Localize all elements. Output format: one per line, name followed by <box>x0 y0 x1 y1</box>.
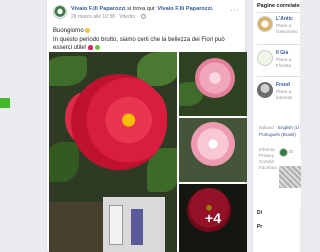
camellia-flower <box>71 74 167 170</box>
related-page-sub: Piace a Interess <box>276 89 292 101</box>
pink-flower <box>191 122 235 166</box>
page-name-link[interactable]: Vivaio F.lli Paparozzi <box>71 6 126 12</box>
related-page-item[interactable]: L'Antic Piace a Gelsomino <box>257 16 301 42</box>
globe-icon <box>140 14 146 19</box>
leaf-shape <box>49 56 87 86</box>
related-page-likes: Piace a <box>276 57 292 62</box>
related-page-thumb[interactable] <box>257 82 273 98</box>
page-avatar[interactable] <box>53 5 67 19</box>
mini-bottom-text: Pr <box>257 224 263 230</box>
related-page-thumb[interactable] <box>257 50 273 66</box>
divider <box>257 76 300 77</box>
photo-object <box>131 209 143 245</box>
current-language: Italiano <box>259 125 274 130</box>
related-page-likes: Piace a <box>276 23 292 28</box>
more-options-icon[interactable]: ··· <box>231 7 240 14</box>
post-place[interactable]: Viterbo <box>119 14 135 20</box>
mini-post-card[interactable]: Di <box>277 144 301 208</box>
main-photo[interactable] <box>49 52 177 252</box>
language-link[interactable]: Português (Brasil) <box>259 132 296 137</box>
notification-badge[interactable] <box>0 98 10 108</box>
post-text: Buongiorno In questo periodo brutto, sia… <box>53 27 237 53</box>
related-page-category: Interess <box>276 95 293 100</box>
related-page-thumb[interactable] <box>257 16 273 32</box>
heart-emoji-icon <box>88 44 94 50</box>
post-header: Vivaio F.lli Paparozzi si trova qui: Viv… <box>53 5 239 25</box>
photo-ground <box>49 202 103 252</box>
post-date[interactable]: 26 marzo alle 10:38 <box>71 14 115 20</box>
author-line: Vivaio F.lli Paparozzi si trova qui: Viv… <box>71 6 214 12</box>
side-photo-3[interactable]: +4 <box>179 184 247 252</box>
checkin-text: si trova qui: <box>127 6 156 12</box>
related-page-sub: Piace a Florista <box>276 57 291 69</box>
flower-emoji-icon <box>94 44 100 50</box>
related-pages-title: Pagine correlate <box>257 3 300 9</box>
pink-flower <box>195 58 235 98</box>
more-photos-overlay[interactable]: +4 <box>179 184 247 252</box>
divider <box>257 44 300 45</box>
smile-emoji-icon <box>85 27 91 33</box>
mini-post-title: Di <box>289 149 294 154</box>
related-page-item[interactable]: Freud Piace a Interess <box>257 82 301 108</box>
divider <box>257 12 300 13</box>
mini-post-photo[interactable] <box>279 166 301 188</box>
post-body: In questo periodo brutto, siamo certi ch… <box>53 36 225 52</box>
right-column: Pagine correlate L'Antic Piace a Gelsomin… <box>252 0 301 252</box>
post-meta: 26 marzo alle 10:38 · Viterbo · <box>71 14 146 20</box>
related-page-name[interactable]: Freud <box>276 82 290 88</box>
feed-post: Vivaio F.lli Paparozzi si trova qui: Viv… <box>46 0 247 252</box>
photo-object <box>109 205 123 245</box>
related-page-category: Florista <box>276 63 292 68</box>
leaf-shape <box>49 142 79 182</box>
related-page-name[interactable]: L'Antic <box>276 16 293 22</box>
related-page-category: Gelsomino <box>276 29 298 34</box>
related-page-sub: Piace a Gelsomino <box>276 23 298 35</box>
photo-lower-area <box>103 197 165 252</box>
left-rail <box>0 0 40 252</box>
mini-bottom-text: Di <box>257 210 262 216</box>
language-selector: Italiano · English (U Português (Brasil) <box>259 125 300 137</box>
mini-avatar <box>279 148 288 157</box>
greeting-text: Buongiorno <box>53 28 84 34</box>
related-page-likes: Piace a <box>276 89 292 94</box>
location-link[interactable]: Vivaio F.lli Paparozzi. <box>157 6 213 12</box>
side-photo-2[interactable] <box>179 118 247 182</box>
language-link[interactable]: English (U <box>278 125 299 130</box>
side-photo-1[interactable] <box>179 52 247 116</box>
related-page-name[interactable]: Il Gia <box>276 50 288 56</box>
related-page-item[interactable]: Il Gia Piace a Florista <box>257 50 301 76</box>
